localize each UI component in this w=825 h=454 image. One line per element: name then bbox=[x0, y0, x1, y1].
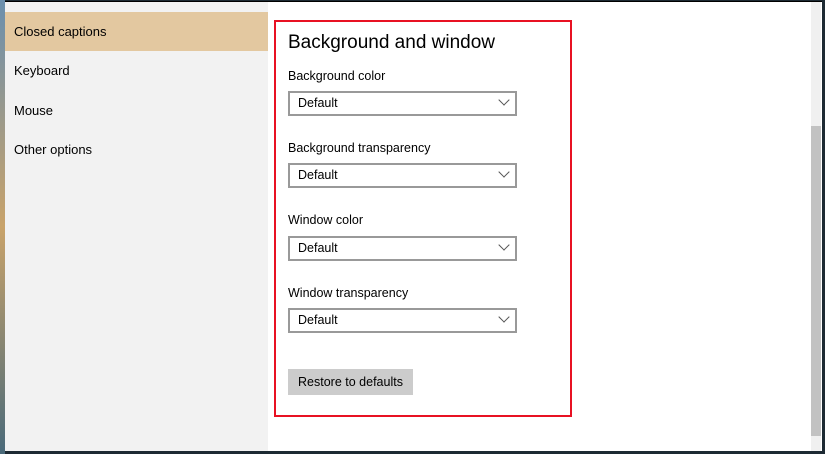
window-transparency-label: Window transparency bbox=[288, 286, 409, 300]
dropdown-value: Default bbox=[298, 313, 338, 327]
window-color-label: Window color bbox=[288, 213, 364, 227]
section-title: Background and window bbox=[288, 32, 496, 53]
restore-defaults-button[interactable]: Restore to defaults bbox=[288, 369, 413, 395]
background-transparency-label: Background transparency bbox=[288, 141, 431, 155]
background-color-dropdown[interactable]: Default bbox=[288, 91, 517, 116]
sidebar: Closed captions Keyboard Mouse Other opt… bbox=[5, 2, 268, 451]
window-color-dropdown[interactable]: Default bbox=[288, 236, 517, 261]
sidebar-item-keyboard[interactable]: Keyboard bbox=[5, 51, 268, 90]
sidebar-item-other-options[interactable]: Other options bbox=[5, 130, 268, 169]
window-transparency-dropdown[interactable]: Default bbox=[288, 308, 517, 333]
settings-window: Closed captions Keyboard Mouse Other opt… bbox=[5, 1, 822, 451]
chevron-down-icon bbox=[498, 311, 510, 323]
chevron-down-icon bbox=[498, 166, 510, 178]
background-transparency-dropdown[interactable]: Default bbox=[288, 163, 517, 188]
dropdown-value: Default bbox=[298, 241, 338, 255]
sidebar-item-closed-captions[interactable]: Closed captions bbox=[5, 12, 268, 51]
sidebar-item-mouse[interactable]: Mouse bbox=[5, 91, 268, 130]
dropdown-value: Default bbox=[298, 168, 338, 182]
dropdown-value: Default bbox=[298, 96, 338, 110]
background-color-label: Background color bbox=[288, 69, 386, 83]
chevron-down-icon bbox=[498, 94, 510, 106]
scrollbar-thumb[interactable] bbox=[811, 126, 821, 436]
chevron-down-icon bbox=[498, 239, 510, 251]
